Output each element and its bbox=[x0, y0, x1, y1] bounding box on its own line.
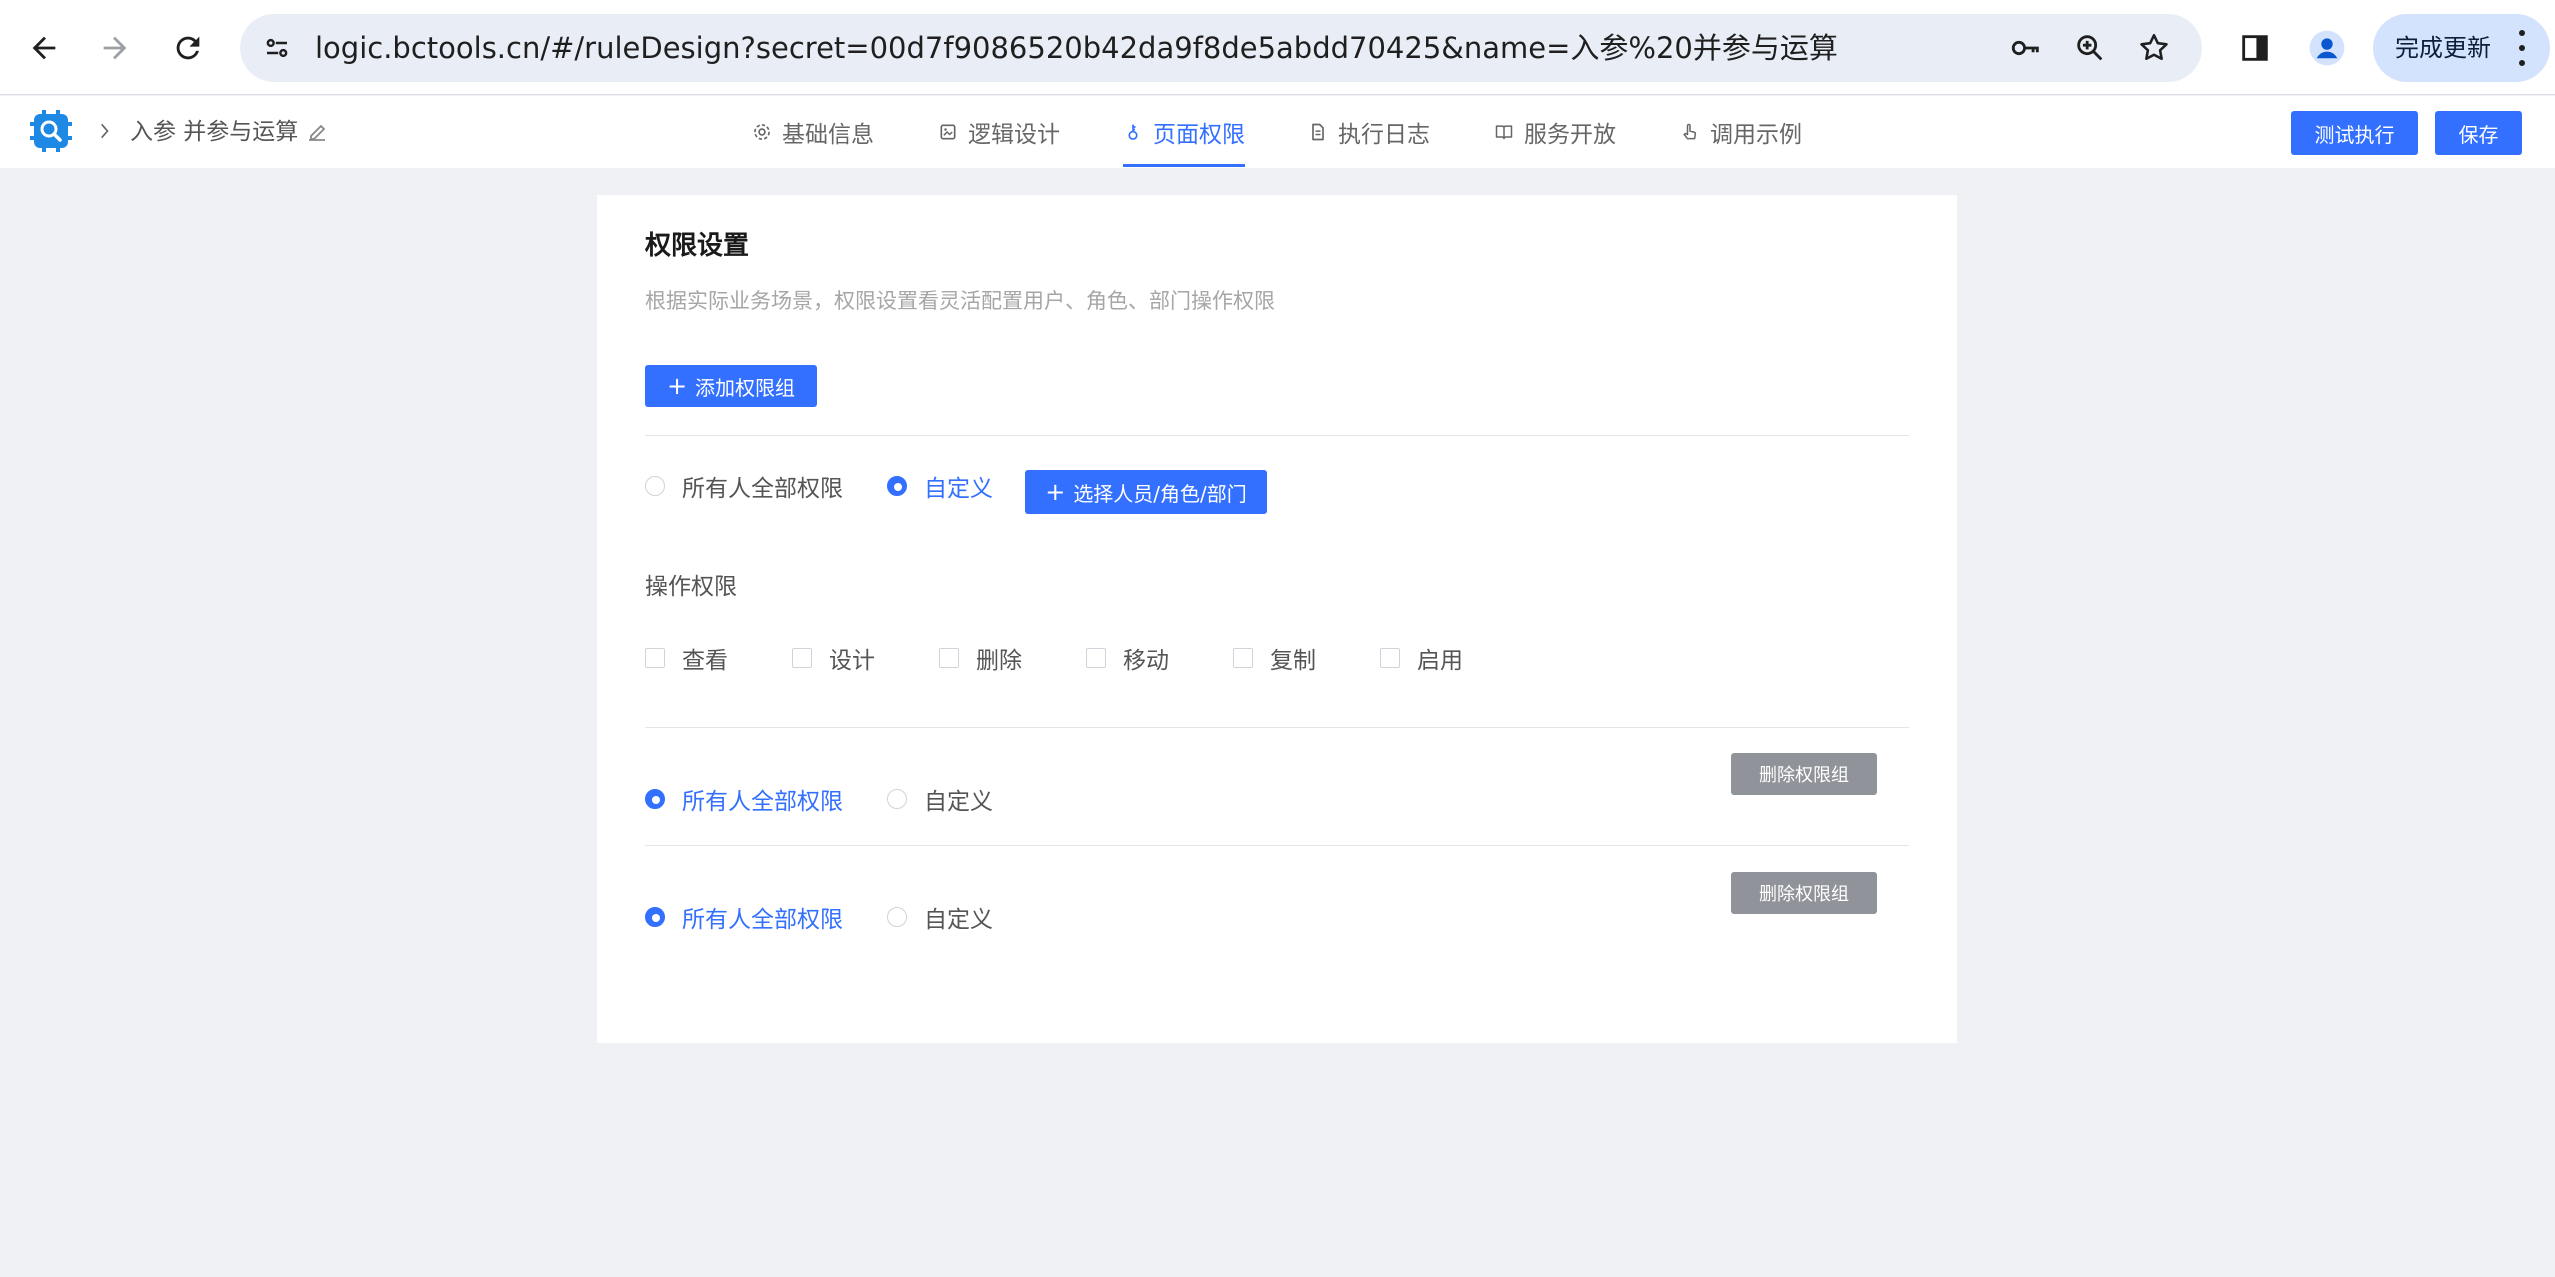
radio-label: 所有人全部权限 bbox=[682, 789, 843, 815]
site-settings-icon[interactable] bbox=[258, 29, 296, 67]
radio-custom[interactable]: 自定义 bbox=[887, 469, 993, 503]
delete-permission-group-button[interactable]: 删除权限组 bbox=[1731, 753, 1877, 795]
reload-icon bbox=[176, 36, 200, 60]
rule-title: 入参 并参与运算 bbox=[130, 119, 299, 145]
arrow-right-icon bbox=[103, 36, 127, 60]
book-icon bbox=[1495, 125, 1513, 140]
delete-permission-group-button[interactable]: 删除权限组 bbox=[1731, 872, 1877, 914]
tab-call-example[interactable]: 调用示例 bbox=[1680, 96, 1802, 168]
edit-pencil-icon[interactable] bbox=[305, 120, 329, 144]
checkbox-design[interactable]: 设计 bbox=[792, 641, 875, 675]
app-logo-icon[interactable] bbox=[30, 110, 72, 152]
chevron-right-icon bbox=[100, 116, 120, 146]
checkbox-label: 复制 bbox=[1270, 648, 1316, 674]
forward-button[interactable] bbox=[89, 22, 141, 74]
radio-circle bbox=[887, 907, 907, 927]
checkbox-view[interactable]: 查看 bbox=[645, 641, 728, 675]
pointer-icon bbox=[1683, 123, 1697, 140]
active-tab-indicator bbox=[1123, 164, 1245, 167]
side-panel-icon[interactable] bbox=[2233, 26, 2277, 70]
plus-icon: + bbox=[1045, 478, 1066, 506]
checkbox-box bbox=[1380, 648, 1400, 668]
radio-all-permissions[interactable]: 所有人全部权限 bbox=[645, 782, 843, 816]
add-group-label: 添加权限组 bbox=[695, 375, 796, 400]
profile-avatar-icon[interactable] bbox=[2305, 26, 2349, 70]
tab-label: 基础信息 bbox=[782, 122, 874, 148]
tab-label: 页面权限 bbox=[1153, 122, 1245, 148]
radio-label: 自定义 bbox=[924, 907, 993, 933]
more-menu-icon[interactable] bbox=[2510, 30, 2534, 66]
tab-label: 服务开放 bbox=[1524, 122, 1616, 148]
checkbox-box bbox=[645, 648, 665, 668]
tab-page-permissions[interactable]: 页面权限 bbox=[1123, 96, 1245, 168]
radio-circle bbox=[645, 476, 665, 496]
radio-circle bbox=[887, 789, 907, 809]
app-header: 入参 并参与运算 基础信息 逻辑设计 页面权限 执行日志 服务开放 调用示例 测… bbox=[0, 96, 2555, 168]
radio-label: 自定义 bbox=[924, 789, 993, 815]
radio-circle bbox=[645, 907, 665, 927]
back-button[interactable] bbox=[18, 22, 70, 74]
radio-label: 自定义 bbox=[924, 476, 993, 502]
radio-label: 所有人全部权限 bbox=[682, 907, 843, 933]
zoom-icon[interactable] bbox=[2070, 28, 2110, 68]
update-button[interactable]: 完成更新 bbox=[2373, 14, 2550, 82]
tab-label: 逻辑设计 bbox=[968, 122, 1060, 148]
settings-icon bbox=[754, 124, 770, 140]
save-button[interactable]: 保存 bbox=[2435, 111, 2522, 155]
tab-service-open[interactable]: 服务开放 bbox=[1494, 96, 1616, 168]
tab-label: 调用示例 bbox=[1710, 122, 1802, 148]
document-icon bbox=[1312, 123, 1324, 141]
url-text[interactable]: logic.bctools.cn/#/ruleDesign?secret=00d… bbox=[315, 14, 1838, 82]
page-description: 根据实际业务场景，权限设置看灵活配置用户、角色、部门操作权限 bbox=[645, 289, 1275, 313]
operation-permission-label: 操作权限 bbox=[645, 574, 737, 600]
checkbox-enable[interactable]: 启用 bbox=[1380, 641, 1463, 675]
radio-circle bbox=[887, 476, 907, 496]
browser-toolbar: logic.bctools.cn/#/ruleDesign?secret=00d… bbox=[0, 0, 2555, 95]
radio-circle bbox=[645, 789, 665, 809]
radio-all-permissions[interactable]: 所有人全部权限 bbox=[645, 900, 843, 934]
radio-all-permissions[interactable]: 所有人全部权限 bbox=[645, 469, 843, 503]
plus-icon: + bbox=[666, 372, 688, 400]
address-bar[interactable]: logic.bctools.cn/#/ruleDesign?secret=00d… bbox=[240, 14, 2202, 82]
checkbox-copy[interactable]: 复制 bbox=[1233, 641, 1316, 675]
checkbox-label: 启用 bbox=[1417, 648, 1463, 674]
checkbox-label: 设计 bbox=[829, 648, 875, 674]
permission-settings-card: 权限设置 根据实际业务场景，权限设置看灵活配置用户、角色、部门操作权限 + 添加… bbox=[597, 195, 1957, 1043]
password-key-icon[interactable] bbox=[2006, 28, 2046, 68]
checkbox-label: 移动 bbox=[1123, 648, 1169, 674]
image-icon bbox=[940, 124, 956, 140]
checkbox-box bbox=[1086, 648, 1106, 668]
checkbox-box bbox=[792, 648, 812, 668]
radio-custom[interactable]: 自定义 bbox=[887, 782, 993, 816]
divider bbox=[645, 435, 1909, 436]
radio-custom[interactable]: 自定义 bbox=[887, 900, 993, 934]
test-run-button[interactable]: 测试执行 bbox=[2291, 111, 2418, 155]
tab-label: 执行日志 bbox=[1338, 122, 1430, 148]
checkbox-box bbox=[939, 648, 959, 668]
arrow-left-icon bbox=[32, 36, 56, 60]
checkbox-delete[interactable]: 删除 bbox=[939, 641, 1022, 675]
tab-logic-design[interactable]: 逻辑设计 bbox=[938, 96, 1060, 168]
page-title: 权限设置 bbox=[645, 231, 750, 261]
bookmark-star-icon[interactable] bbox=[2134, 28, 2174, 68]
add-permission-group-button[interactable]: + 添加权限组 bbox=[645, 365, 817, 407]
divider bbox=[645, 845, 1909, 846]
reload-button[interactable] bbox=[162, 22, 214, 74]
checkbox-label: 删除 bbox=[976, 648, 1022, 674]
checkbox-label: 查看 bbox=[682, 648, 728, 674]
tab-basic-info[interactable]: 基础信息 bbox=[752, 96, 874, 168]
radio-label: 所有人全部权限 bbox=[682, 476, 843, 502]
divider bbox=[645, 727, 1909, 728]
select-members-button[interactable]: + 选择人员/角色/部门 bbox=[1025, 470, 1267, 514]
checkbox-move[interactable]: 移动 bbox=[1086, 641, 1169, 675]
tab-execution-log[interactable]: 执行日志 bbox=[1308, 96, 1430, 168]
key-icon bbox=[1128, 124, 1138, 140]
update-label: 完成更新 bbox=[2395, 34, 2491, 62]
select-members-label: 选择人员/角色/部门 bbox=[1073, 481, 1247, 506]
checkbox-box bbox=[1233, 648, 1253, 668]
